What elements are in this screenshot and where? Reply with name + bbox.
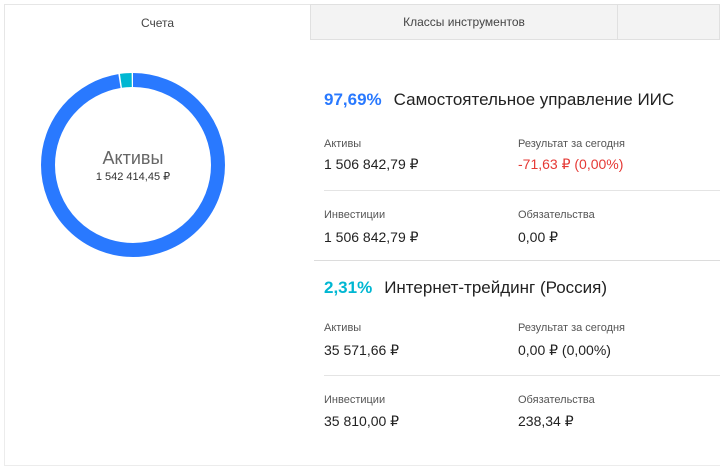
- row-divider: [324, 190, 720, 191]
- result-today-value: 0,00 ₽ (0,00%): [518, 342, 611, 358]
- liabilities-label: Обязательства: [518, 394, 595, 406]
- account-name: Интернет-трейдинг (Россия): [384, 278, 608, 297]
- row-divider: [324, 375, 720, 376]
- assets-label: Активы: [324, 322, 362, 334]
- account-share-percent: 2,31%: [324, 278, 373, 297]
- investments-value: 1 506 842,79 ₽: [324, 229, 419, 245]
- result-today-label: Результат за сегодня: [518, 138, 626, 150]
- tab-more[interactable]: [618, 4, 720, 40]
- liabilities-value: 238,34 ₽: [518, 413, 574, 429]
- panel-border-left: [4, 40, 5, 466]
- account-header-internet-trading[interactable]: 2,31% Интернет-трейдинг (Россия): [324, 278, 607, 304]
- account-share-percent: 97,69%: [324, 90, 382, 109]
- assets-value: 1 506 842,79 ₽: [324, 156, 419, 172]
- tab-bar: Счета Классы инструментов: [4, 4, 720, 40]
- investments-label: Инвестиции: [324, 209, 386, 221]
- section-divider: [314, 260, 720, 261]
- account-header-iis[interactable]: 97,69% Самостоятельное управление ИИС: [324, 90, 674, 116]
- result-today-value: -71,63 ₽ (0,00%): [518, 156, 624, 172]
- investments-label: Инвестиции: [324, 394, 386, 406]
- tab-accounts[interactable]: Счета: [4, 4, 310, 40]
- tab-instrument-classes[interactable]: Классы инструментов: [310, 4, 618, 40]
- donut-total-value: 1 542 414,45 ₽: [95, 171, 171, 183]
- account-name: Самостоятельное управление ИИС: [393, 90, 675, 109]
- liabilities-label: Обязательства: [518, 209, 595, 221]
- panel-border-bottom: [4, 465, 720, 466]
- result-today-label: Результат за сегодня: [518, 322, 626, 334]
- liabilities-value: 0,00 ₽: [518, 229, 559, 245]
- investments-value: 35 810,00 ₽: [324, 413, 400, 429]
- donut-title: Активы: [102, 148, 164, 168]
- assets-label: Активы: [324, 138, 362, 150]
- assets-value: 35 571,66 ₽: [324, 342, 400, 358]
